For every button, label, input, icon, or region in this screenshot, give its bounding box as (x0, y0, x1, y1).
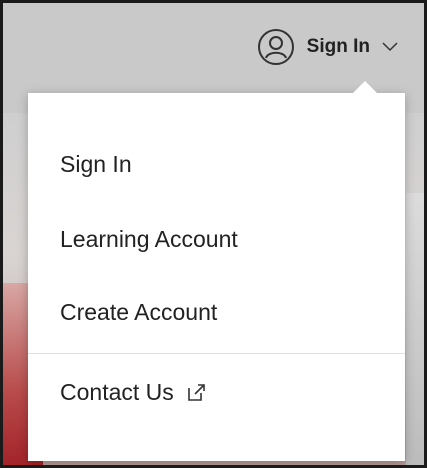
signin-label: Sign In (306, 36, 370, 57)
external-link-icon (187, 383, 205, 401)
menu-item-contact-us[interactable]: Contact Us (60, 379, 206, 406)
menu-caret (353, 81, 377, 93)
menu-item-label: Contact Us (60, 379, 174, 405)
menu-item-sign-in[interactable]: Sign In (60, 151, 132, 178)
account-dropdown-menu: Sign In Learning Account Create Account … (28, 81, 405, 461)
menu-item-learning-account[interactable]: Learning Account (60, 226, 238, 253)
user-circle-icon (257, 29, 294, 65)
background-image-edge (406, 193, 424, 465)
signin-dropdown-toggle[interactable]: Sign In (257, 28, 398, 66)
chevron-down-icon (382, 42, 398, 52)
menu-item-create-account[interactable]: Create Account (60, 299, 217, 326)
menu-divider (28, 353, 405, 354)
screenshot-frame: Sign In Sign In Learning Account Create … (0, 0, 427, 468)
